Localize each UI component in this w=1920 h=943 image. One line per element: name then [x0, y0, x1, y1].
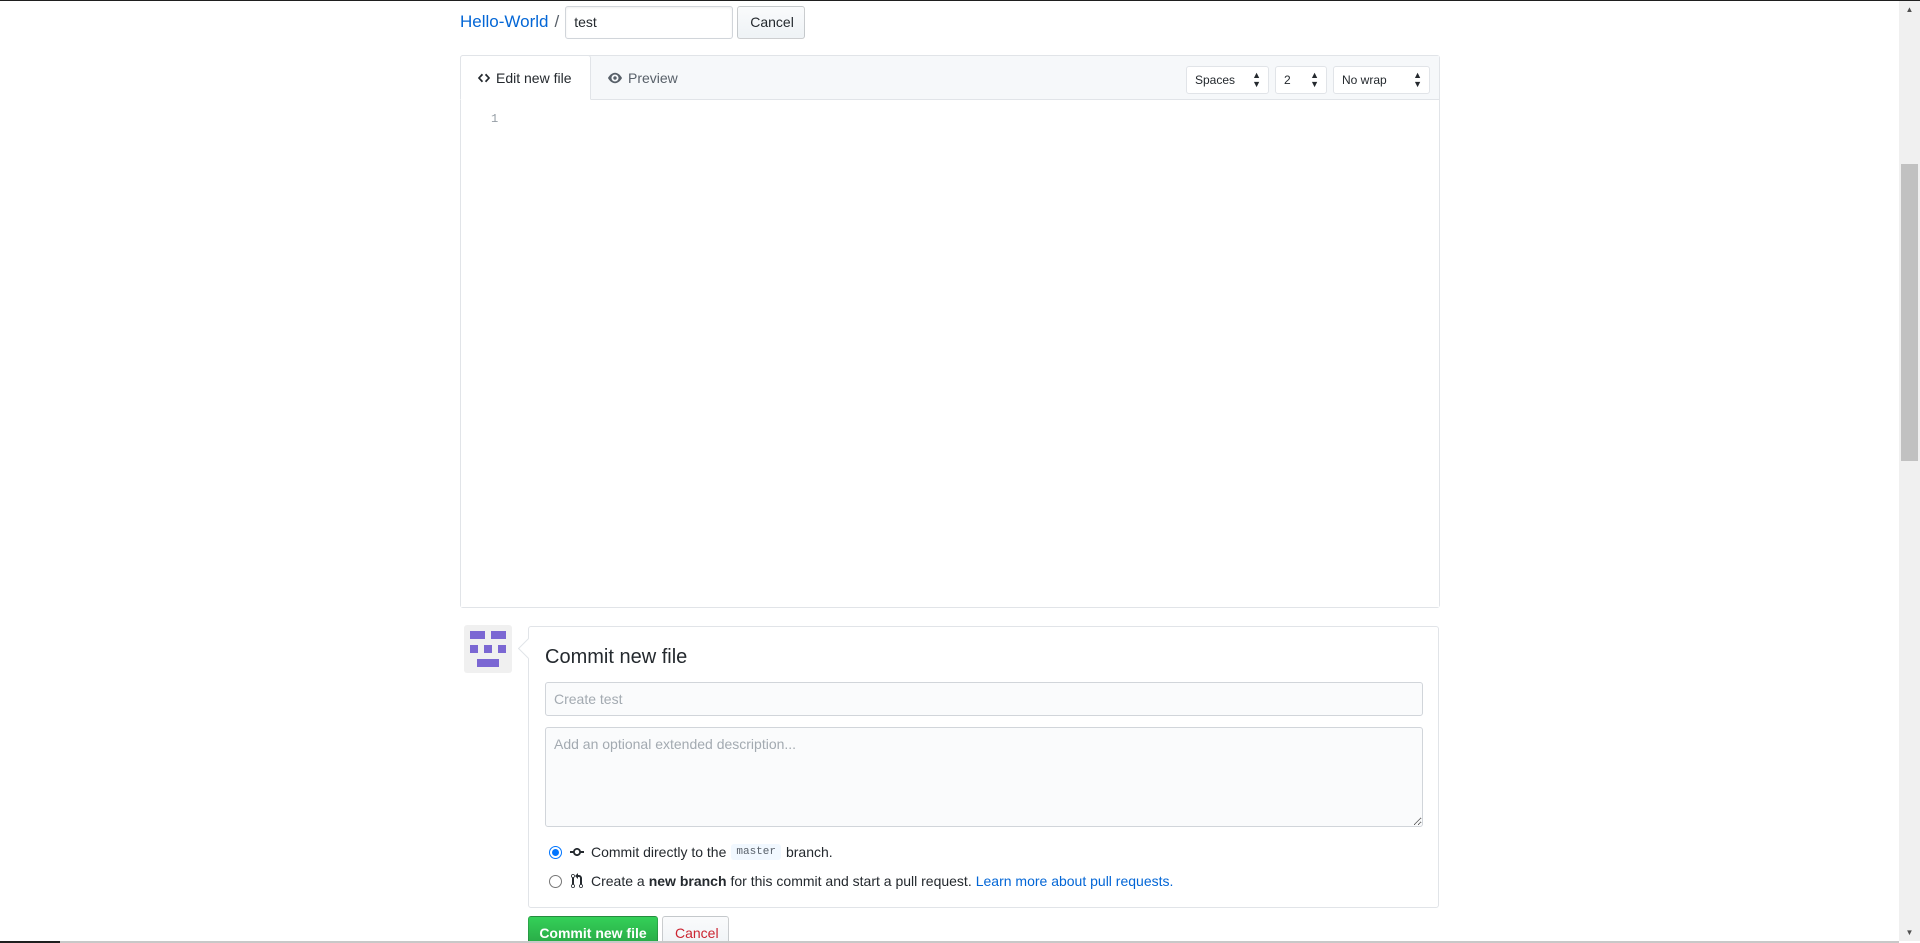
scroll-down-arrow-icon[interactable]: ▼	[1899, 924, 1920, 941]
indent-mode-value: Spaces	[1195, 73, 1236, 87]
select-arrows-icon: ▲ ▼	[1413, 70, 1422, 89]
tab-label: Preview	[628, 69, 678, 86]
eye-icon	[607, 71, 623, 85]
breadcrumb: Hello-World / Cancel	[460, 5, 806, 39]
wrap-mode-select[interactable]: No wrap ▲ ▼	[1333, 66, 1430, 94]
learn-more-pull-requests-link[interactable]: Learn more about pull requests.	[976, 873, 1174, 889]
select-arrows-icon: ▲ ▼	[1252, 70, 1261, 89]
option-text: Create a	[591, 873, 645, 889]
cancel-button-bottom[interactable]: Cancel	[662, 916, 729, 943]
option-text: branch.	[785, 844, 833, 860]
wrap-mode-value: No wrap	[1342, 73, 1387, 87]
option-bold-text: new branch	[648, 873, 727, 889]
indent-mode-select[interactable]: Spaces ▲ ▼	[1186, 66, 1269, 94]
indent-size-value: 2	[1284, 73, 1291, 87]
commit-summary-input[interactable]	[545, 682, 1423, 716]
file-editor: Edit new file Preview Spaces ▲ ▼ 2 ▲ ▼ No …	[460, 55, 1440, 608]
scrollbar-thumb[interactable]	[1901, 164, 1918, 461]
git-pull-request-icon	[569, 873, 585, 889]
cancel-button-top[interactable]: Cancel	[737, 5, 806, 39]
editor-options: Spaces ▲ ▼ 2 ▲ ▼ No wrap ▲ ▼	[1186, 66, 1430, 94]
commit-title: Commit new file	[545, 646, 688, 668]
commit-direct-radio[interactable]	[549, 845, 562, 859]
branch-name: master	[731, 844, 781, 860]
git-commit-icon	[569, 844, 585, 860]
new-branch-radio[interactable]	[549, 874, 562, 888]
commit-direct-option[interactable]: Commit directly to the master branch.	[549, 844, 833, 860]
select-arrows-icon: ▲ ▼	[1310, 70, 1319, 89]
line-number: 1	[491, 112, 499, 126]
indent-size-select[interactable]: 2 ▲ ▼	[1275, 66, 1327, 94]
avatar	[464, 625, 512, 673]
commit-new-file-button[interactable]: Commit new file	[528, 916, 658, 943]
breadcrumb-separator: /	[554, 12, 560, 31]
editor-toolbar: Edit new file Preview Spaces ▲ ▼ 2 ▲ ▼ No …	[460, 55, 1439, 100]
vertical-scrollbar[interactable]: ▲ ▼	[1899, 1, 1920, 941]
filename-input[interactable]	[565, 5, 734, 39]
code-icon	[477, 71, 491, 85]
scroll-up-arrow-icon[interactable]: ▲	[1899, 1, 1920, 18]
new-branch-option[interactable]: Create a new branch for this commit and …	[549, 873, 1173, 889]
commit-description-input[interactable]	[545, 727, 1423, 827]
tab-label: Edit new file	[496, 69, 572, 86]
repo-link[interactable]: Hello-World	[460, 12, 549, 32]
option-text: Commit directly to the	[591, 844, 727, 860]
option-text: for this commit and start a pull request…	[730, 873, 972, 889]
window-top-border	[0, 0, 1920, 1]
tab-edit-new-file[interactable]: Edit new file	[460, 55, 591, 100]
tab-preview[interactable]: Preview	[591, 55, 694, 100]
code-editor-area[interactable]: 1	[461, 100, 1439, 607]
commit-form: Commit new file Commit directly to the m…	[528, 626, 1439, 908]
